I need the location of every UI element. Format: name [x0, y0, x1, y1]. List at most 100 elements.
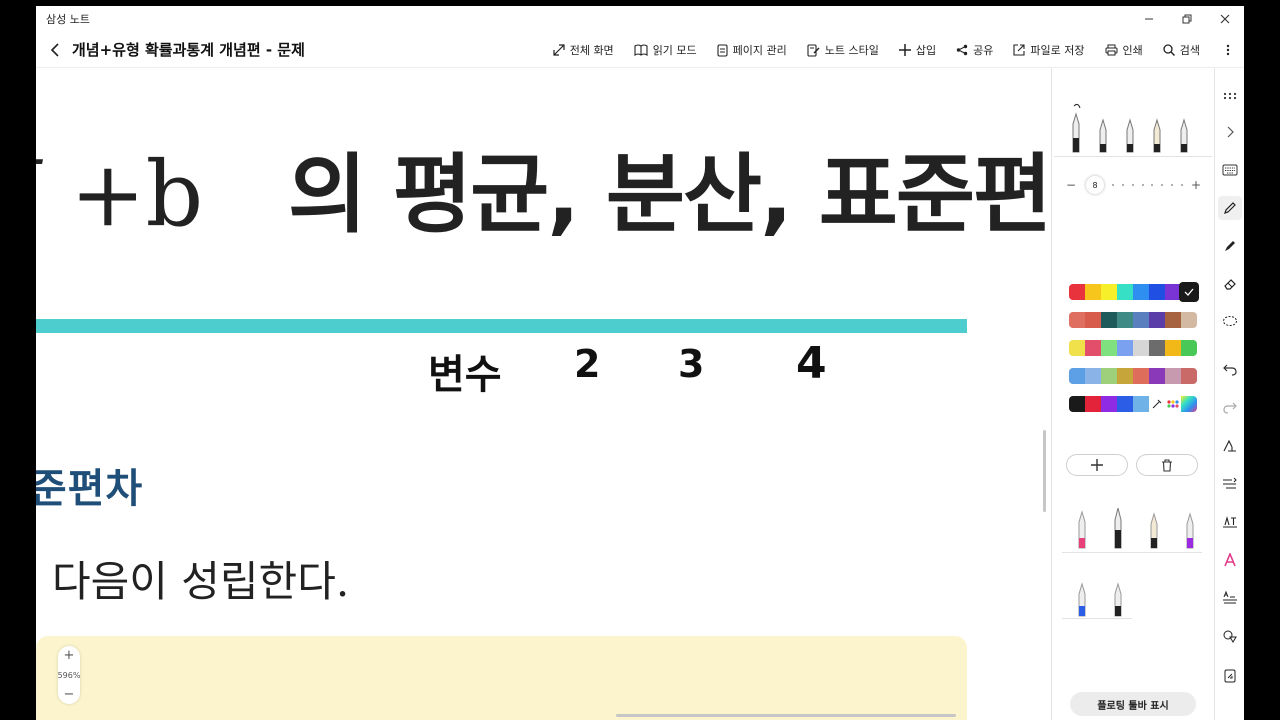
- save-as-file-button[interactable]: 파일로 저장: [1013, 42, 1085, 58]
- more-options-icon[interactable]: [1222, 44, 1234, 56]
- favorite-brush-black-icon[interactable]: [1136, 508, 1172, 552]
- color-swatch[interactable]: [1165, 312, 1181, 328]
- color-swatch[interactable]: [1165, 340, 1181, 356]
- more-colors-icon[interactable]: [1165, 396, 1181, 412]
- brush-icon[interactable]: [1143, 102, 1170, 154]
- color-swatch[interactable]: [1117, 284, 1133, 300]
- note-style-button[interactable]: 노트 스타일: [807, 42, 879, 58]
- color-swatch[interactable]: [1133, 284, 1149, 300]
- back-icon[interactable]: [40, 35, 70, 65]
- favorite-pen-blue-icon[interactable]: [1064, 580, 1100, 620]
- zoom-out-button[interactable]: −: [64, 688, 75, 701]
- highlighter-icon[interactable]: [1218, 234, 1242, 258]
- eyedropper-icon[interactable]: [1149, 396, 1165, 412]
- page-manage-label: 페이지 관리: [732, 44, 787, 57]
- pen-size-slider[interactable]: − 8 +: [1066, 176, 1201, 194]
- color-swatch[interactable]: [1069, 396, 1085, 412]
- handwriting-convert-icon[interactable]: [1218, 510, 1242, 534]
- color-swatch[interactable]: [1149, 284, 1165, 300]
- color-swatch[interactable]: [1069, 284, 1085, 300]
- color-swatch[interactable]: [1101, 368, 1117, 384]
- color-swatch[interactable]: [1149, 368, 1165, 384]
- text-align-icon[interactable]: [1218, 472, 1242, 496]
- zoom-in-button[interactable]: +: [64, 649, 75, 662]
- pen-icon[interactable]: [1218, 196, 1242, 220]
- search-button[interactable]: 검색: [1163, 42, 1200, 58]
- color-swatch[interactable]: [1101, 396, 1117, 412]
- grip-icon[interactable]: [1218, 84, 1242, 108]
- shape-icon[interactable]: [1218, 434, 1242, 458]
- undo-icon[interactable]: [1218, 358, 1242, 382]
- color-swatch[interactable]: [1117, 368, 1133, 384]
- handwritten-variable-label: 변수: [428, 352, 502, 398]
- color-swatch[interactable]: [1069, 312, 1085, 328]
- horizontal-scrollbar[interactable]: [616, 714, 956, 717]
- favorites-divider-2: [1062, 618, 1132, 619]
- color-swatch[interactable]: [1149, 340, 1165, 356]
- color-swatch[interactable]: [1133, 312, 1149, 328]
- color-swatch[interactable]: [1117, 312, 1133, 328]
- color-swatch[interactable]: [1101, 340, 1117, 356]
- color-swatch[interactable]: [1069, 340, 1085, 356]
- favorite-pen-black-2-icon[interactable]: [1100, 580, 1136, 620]
- favorite-pen-black-icon[interactable]: [1100, 508, 1136, 552]
- color-swatch[interactable]: [1133, 396, 1149, 412]
- lasso-icon[interactable]: [1218, 310, 1242, 334]
- color-swatch[interactable]: [1085, 340, 1101, 356]
- straighten-icon[interactable]: [1218, 586, 1242, 610]
- keyboard-icon[interactable]: [1218, 158, 1242, 182]
- color-swatch[interactable]: [1117, 340, 1133, 356]
- print-button[interactable]: 인쇄: [1105, 42, 1143, 58]
- favorite-pen-pink-icon[interactable]: [1064, 508, 1100, 552]
- page-manage-button[interactable]: 페이지 관리: [717, 42, 787, 58]
- chevron-right-icon[interactable]: [1218, 120, 1242, 144]
- fountain-pen-icon[interactable]: [1062, 102, 1089, 154]
- color-swatch[interactable]: [1133, 340, 1149, 356]
- calligraphy-pen-icon[interactable]: [1170, 102, 1197, 154]
- note-canvas[interactable]: I +b 의 평균, 분산, 표준편차 변수 2 3 4 표준편차 다음이 성립…: [36, 68, 1048, 720]
- pen-icon[interactable]: [1089, 102, 1116, 154]
- color-swatch[interactable]: [1117, 396, 1133, 412]
- color-swatch[interactable]: [1085, 284, 1101, 300]
- color-swatch[interactable]: [1149, 312, 1165, 328]
- attach-icon[interactable]: [1218, 664, 1242, 688]
- delete-color-button[interactable]: [1136, 454, 1198, 476]
- size-decrease-icon[interactable]: −: [1066, 178, 1076, 192]
- color-swatch[interactable]: [1133, 368, 1149, 384]
- shapes-icon[interactable]: [1218, 624, 1242, 648]
- pencil-icon[interactable]: [1116, 102, 1143, 154]
- color-swatch[interactable]: [1085, 396, 1101, 412]
- selected-color-check-icon[interactable]: [1179, 282, 1199, 302]
- color-swatch[interactable]: [1181, 312, 1197, 328]
- color-swatch[interactable]: [1181, 340, 1197, 356]
- color-swatch[interactable]: [1069, 368, 1085, 384]
- redo-icon[interactable]: [1218, 396, 1242, 420]
- text-color-icon[interactable]: [1218, 548, 1242, 572]
- color-swatch[interactable]: [1181, 368, 1197, 384]
- reading-mode-button[interactable]: 읽기 모드: [634, 42, 697, 58]
- favorites-divider: [1062, 552, 1202, 553]
- pen-settings-panel: − 8 + 플로팅 툴바 표시: [1051, 68, 1214, 720]
- fullscreen-icon: [553, 44, 565, 56]
- minimize-icon[interactable]: [1130, 6, 1168, 32]
- zoom-control: + 596% −: [58, 646, 80, 704]
- show-floating-toolbar-button[interactable]: 플로팅 툴바 표시: [1070, 692, 1196, 716]
- fullscreen-button[interactable]: 전체 화면: [553, 42, 614, 58]
- gradient-swatch[interactable]: [1181, 396, 1197, 412]
- color-swatch[interactable]: [1085, 368, 1101, 384]
- vertical-scrollbar[interactable]: [1043, 430, 1046, 512]
- pen-size-knob[interactable]: 8: [1086, 176, 1105, 194]
- share-button[interactable]: 공유: [956, 42, 993, 58]
- restore-icon[interactable]: [1168, 6, 1206, 32]
- color-swatch[interactable]: [1101, 312, 1117, 328]
- size-increase-icon[interactable]: +: [1191, 178, 1201, 192]
- color-swatch[interactable]: [1101, 284, 1117, 300]
- favorite-pen-purple-icon[interactable]: [1172, 508, 1208, 552]
- close-icon[interactable]: [1206, 6, 1244, 32]
- color-swatch[interactable]: [1085, 312, 1101, 328]
- add-color-button[interactable]: [1066, 454, 1128, 476]
- insert-label: 삽입: [915, 44, 937, 57]
- insert-button[interactable]: 삽입: [898, 42, 937, 58]
- eraser-icon[interactable]: [1218, 272, 1242, 296]
- color-swatch[interactable]: [1165, 368, 1181, 384]
